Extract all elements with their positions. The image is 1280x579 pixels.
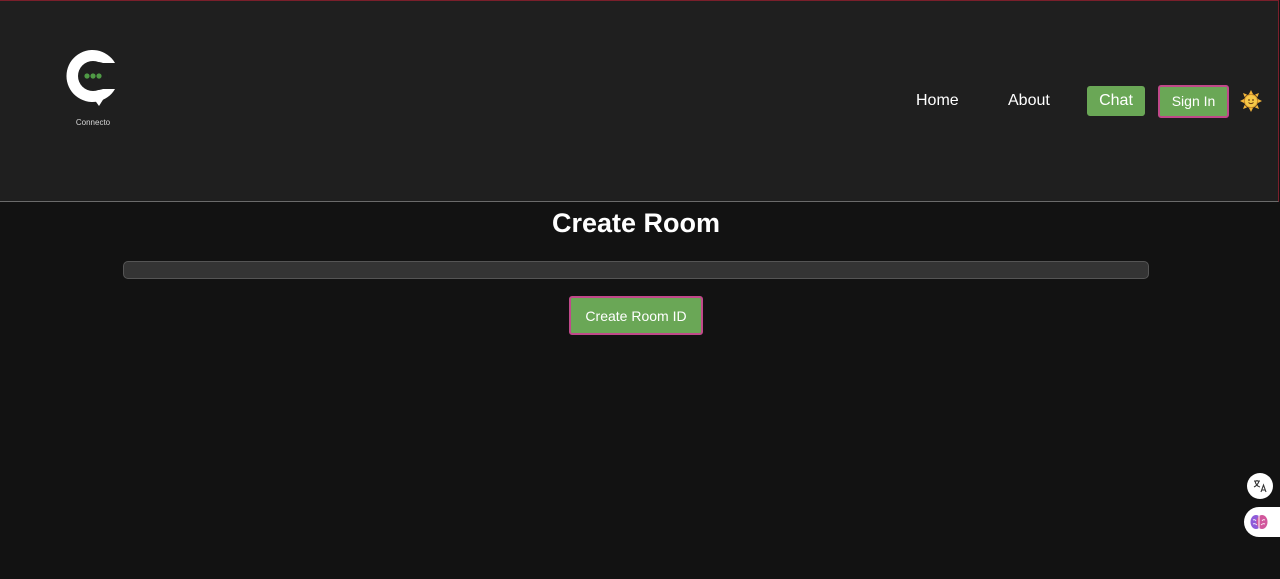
theme-toggle-button[interactable]	[1240, 90, 1262, 112]
nav-chat-button[interactable]: Chat	[1087, 86, 1145, 116]
sun-icon	[1240, 90, 1262, 112]
translate-icon	[1253, 480, 1267, 493]
translate-widget-button[interactable]	[1247, 473, 1273, 499]
nav-home-link[interactable]: Home	[916, 85, 959, 117]
create-room-section: Create Room Create Room ID	[0, 202, 1280, 579]
site-header: Connecto Home About Chat Sign In	[0, 0, 1279, 202]
page-title: Create Room	[551, 208, 721, 238]
create-room-id-button[interactable]: Create Room ID	[569, 296, 703, 335]
brain-icon	[1250, 515, 1268, 529]
page: Connecto Home About Chat Sign In Create …	[0, 0, 1280, 579]
nav-about-link[interactable]: About	[1008, 85, 1050, 117]
ai-assistant-widget-button[interactable]	[1244, 507, 1280, 537]
room-id-input[interactable]	[123, 261, 1149, 279]
main-nav: Home About Chat Sign In	[0, 85, 1280, 119]
logo-text: Connecto	[75, 118, 111, 127]
sign-in-button[interactable]: Sign In	[1158, 85, 1229, 118]
